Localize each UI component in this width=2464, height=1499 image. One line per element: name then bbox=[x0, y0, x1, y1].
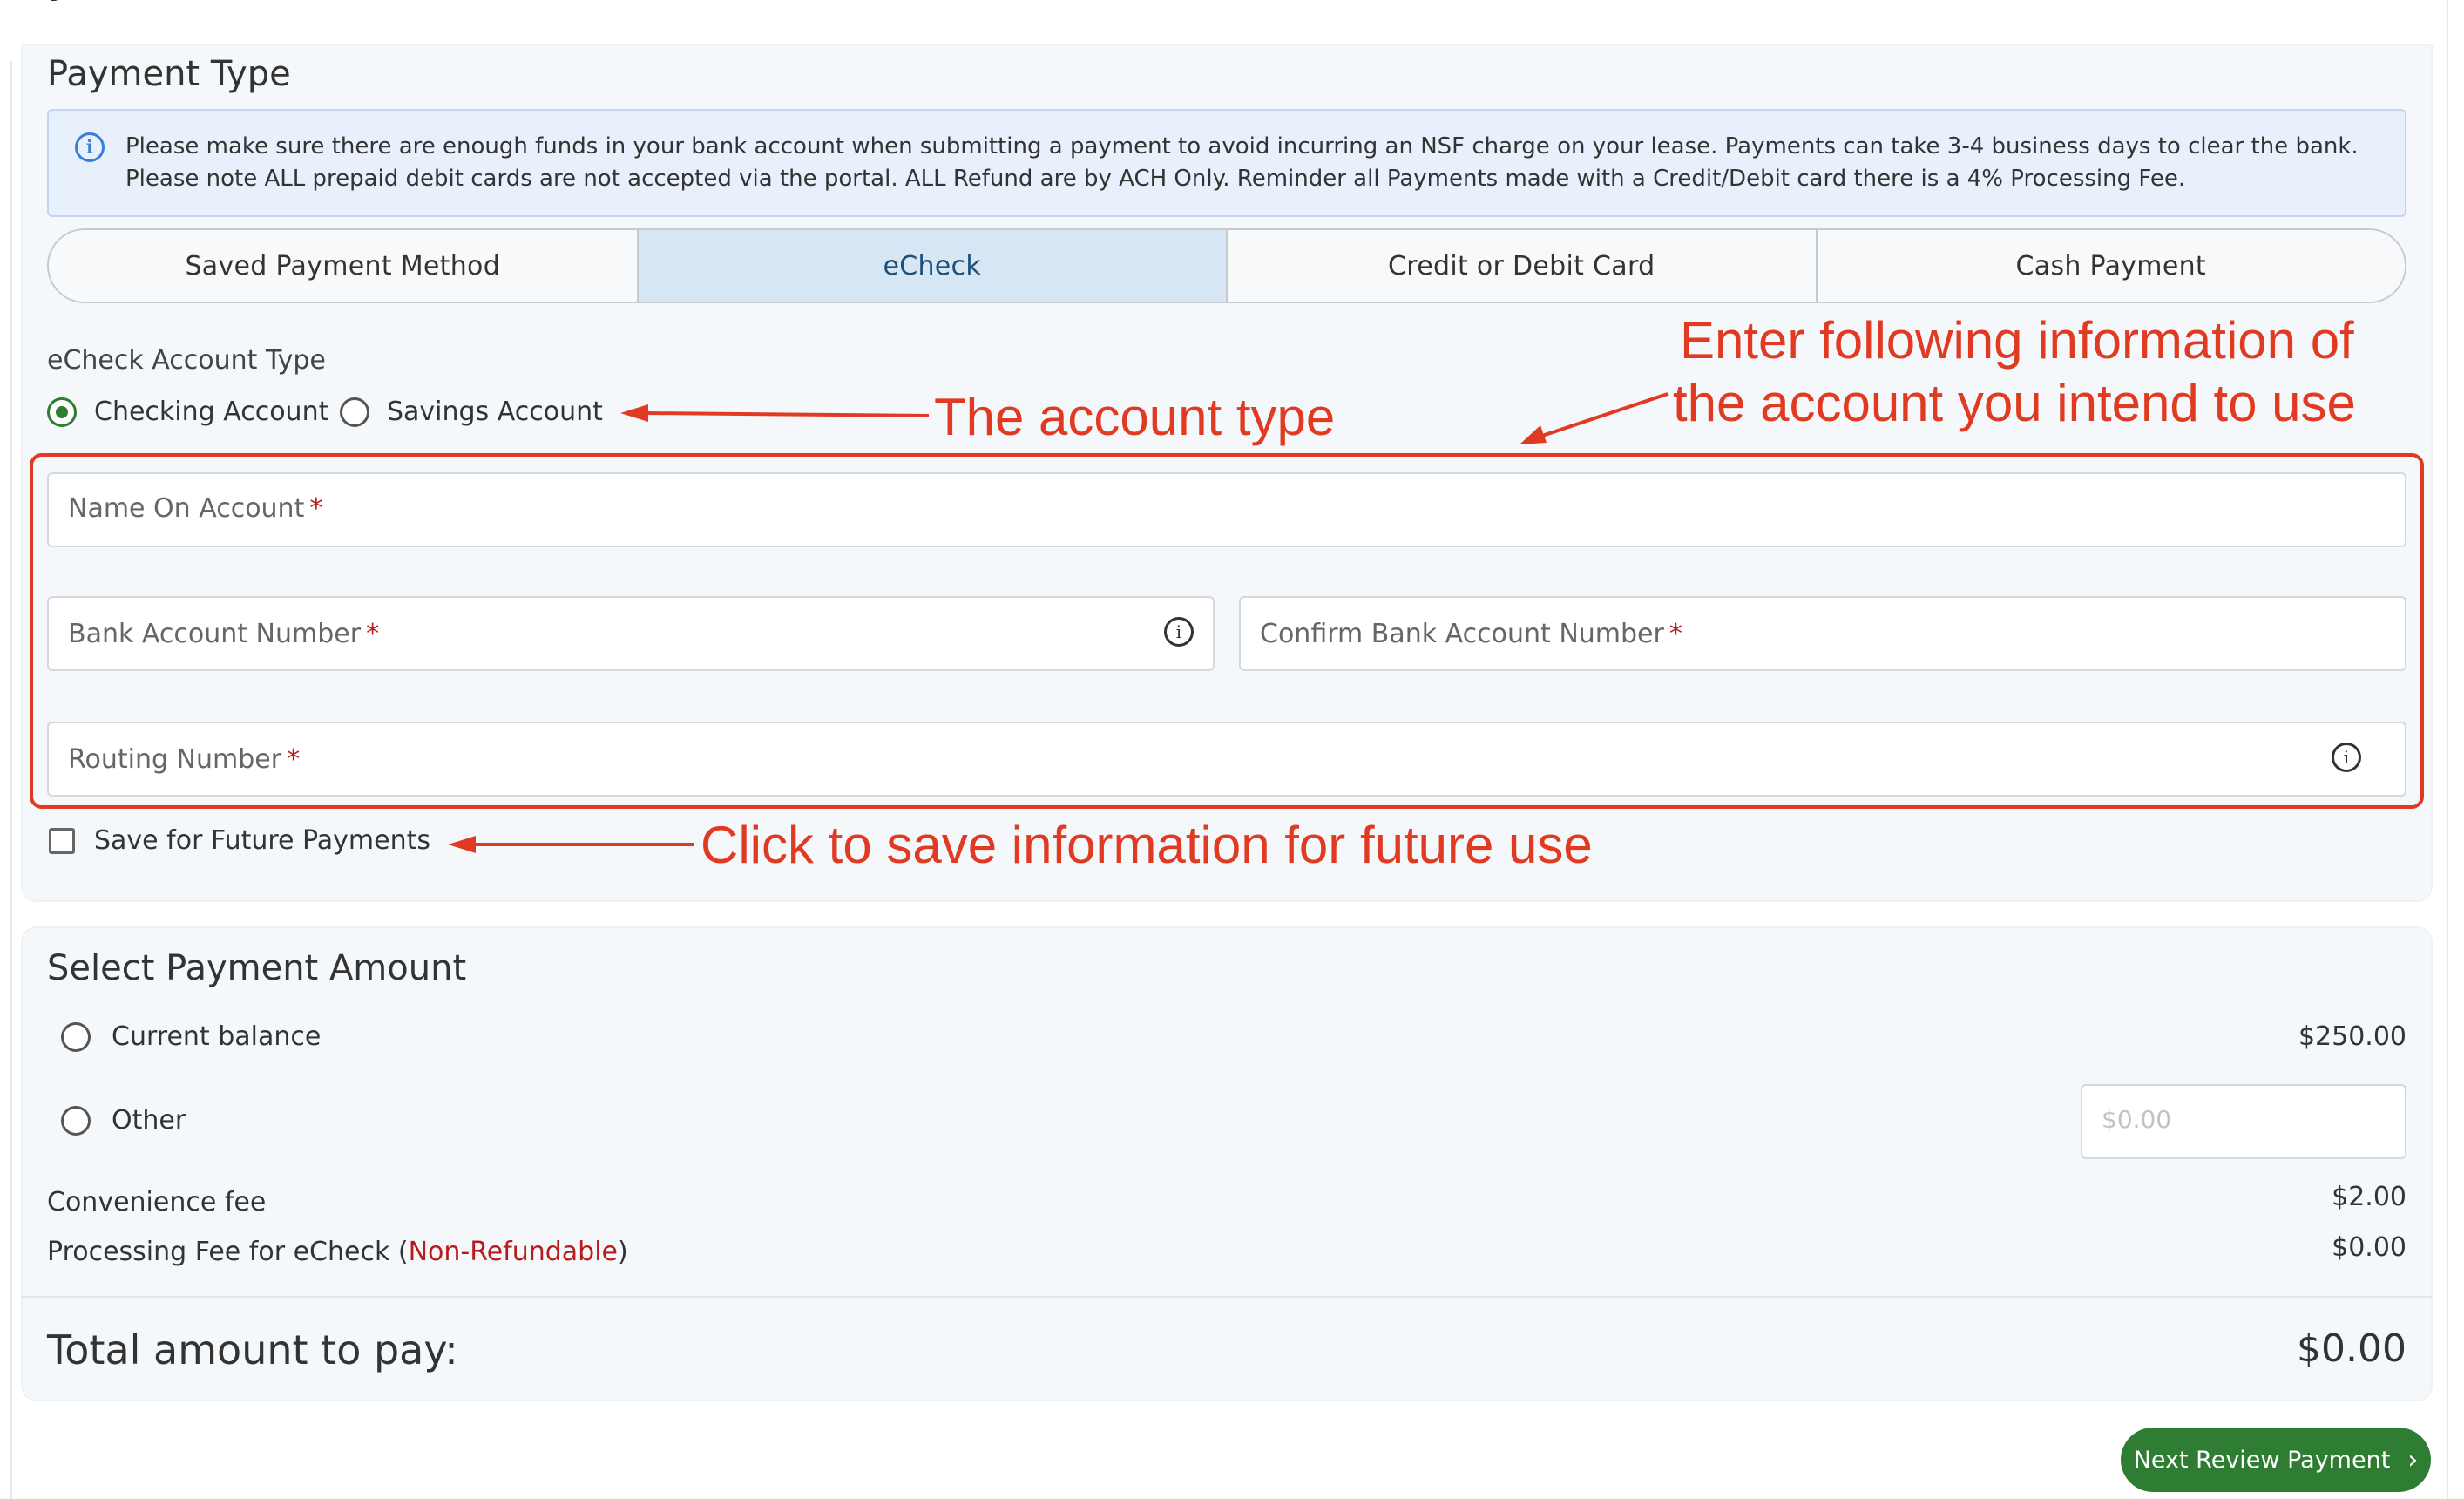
chevron-right-icon: › bbox=[2407, 1444, 2419, 1475]
processing-fee-amount: $0.00 bbox=[2332, 1232, 2406, 1263]
processing-fee-prefix: Processing Fee for eCheck ( bbox=[47, 1237, 409, 1267]
savings-account-radio[interactable] bbox=[340, 397, 369, 427]
other-amount-placeholder: $0.00 bbox=[2102, 1105, 2172, 1134]
convenience-fee-label: Convenience fee bbox=[47, 1187, 267, 1218]
checking-account-radio[interactable] bbox=[47, 397, 77, 427]
account-type-label: eCheck Account Type bbox=[47, 345, 326, 376]
annotation-save-info: Click to save information for future use bbox=[701, 816, 1593, 874]
payment-type-heading: Payment Type bbox=[47, 54, 291, 94]
page-title-fragment: y bbox=[47, 0, 74, 3]
info-banner-text: Please make sure there are enough funds … bbox=[125, 133, 2359, 192]
payment-method-tabs: Saved Payment Method eCheck Credit or De… bbox=[47, 228, 2406, 303]
non-refundable-note: Non-Refundable bbox=[408, 1237, 619, 1267]
current-balance-amount: $250.00 bbox=[2298, 1021, 2406, 1052]
tab-credit-or-debit-card[interactable]: Credit or Debit Card bbox=[1228, 230, 1818, 302]
save-for-future-checkbox[interactable] bbox=[49, 828, 75, 854]
annotation-enter-info-line2: the account you intend to use bbox=[1673, 374, 2356, 432]
tab-cash-payment[interactable]: Cash Payment bbox=[1817, 230, 2405, 302]
next-review-payment-button[interactable]: Next Review Payment › bbox=[2121, 1428, 2431, 1492]
processing-fee-label: Processing Fee for eCheck (Non-Refundabl… bbox=[47, 1237, 628, 1267]
other-amount-radio[interactable] bbox=[61, 1106, 91, 1136]
tab-saved-payment-method[interactable]: Saved Payment Method bbox=[49, 230, 639, 302]
scrollbar-track[interactable] bbox=[2447, 0, 2464, 1499]
processing-fee-suffix: ) bbox=[618, 1237, 628, 1267]
divider bbox=[21, 1296, 2433, 1298]
annotation-highlight-box bbox=[30, 453, 2424, 809]
next-review-payment-label: Next Review Payment bbox=[2133, 1446, 2391, 1474]
payment-amount-heading: Select Payment Amount bbox=[47, 948, 467, 988]
current-balance-label[interactable]: Current balance bbox=[112, 1021, 321, 1052]
current-balance-radio[interactable] bbox=[61, 1022, 91, 1052]
annotation-account-type: The account type bbox=[934, 388, 1336, 446]
total-amount-value: $0.00 bbox=[2297, 1326, 2406, 1371]
annotation-enter-info-line1: Enter following information of bbox=[1680, 311, 2354, 370]
total-amount-label: Total amount to pay: bbox=[47, 1326, 458, 1374]
checking-account-label[interactable]: Checking Account bbox=[94, 397, 328, 427]
save-for-future-label[interactable]: Save for Future Payments bbox=[94, 825, 430, 856]
savings-account-label[interactable]: Savings Account bbox=[387, 397, 603, 427]
left-edge bbox=[0, 61, 12, 1499]
other-amount-label[interactable]: Other bbox=[112, 1105, 186, 1136]
convenience-fee-amount: $2.00 bbox=[2332, 1182, 2406, 1212]
tab-echeck[interactable]: eCheck bbox=[638, 230, 1228, 302]
info-icon: i bbox=[75, 132, 105, 162]
